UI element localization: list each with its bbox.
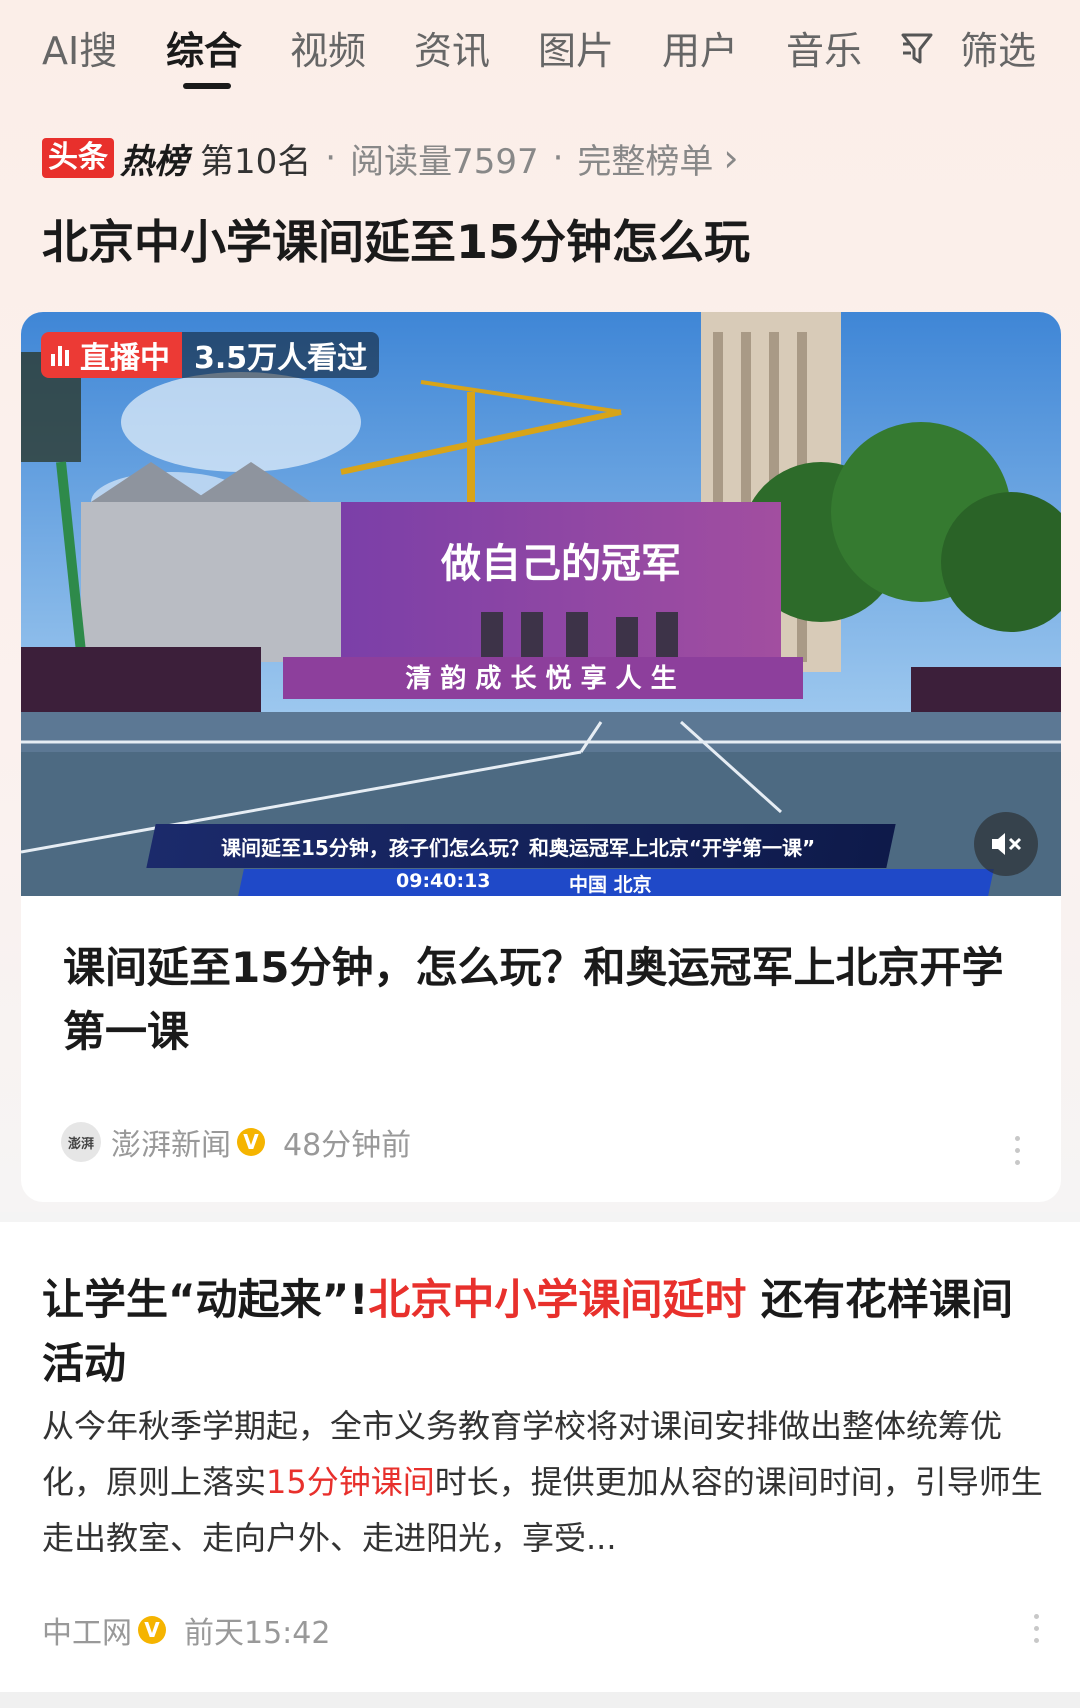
article-title[interactable]: 让学生“动起来”!北京中小学课间延时 还有花样课间活动 [42, 1268, 1042, 1396]
separator: · [552, 138, 564, 178]
verified-icon: V [138, 1616, 166, 1644]
article-meta: 中工网 V 前天15:42 [42, 1606, 330, 1654]
toutiao-badge: 头条 [42, 138, 114, 178]
tab-comprehensive[interactable]: 综合 [166, 20, 242, 75]
tab-news[interactable]: 资讯 [414, 20, 490, 75]
video-meta: 澎湃 澎湃新闻 V 48分钟前 [61, 1118, 411, 1166]
hotlist-title[interactable]: 北京中小学课间延至15分钟怎么玩 [42, 206, 750, 272]
search-tabs: AI搜 综合 视频 资讯 图片 用户 音乐 筛选 [0, 0, 1080, 100]
publish-time: 前天15:42 [184, 1616, 331, 1651]
video-caption: 课间延至15分钟，孩子们怎么玩？和奥运冠军上北京“开学第一课” [221, 836, 816, 860]
publish-time: 48分钟前 [283, 1128, 412, 1163]
tab-images[interactable]: 图片 [538, 20, 614, 75]
title-highlight: 北京中小学课间延时 [368, 1275, 747, 1324]
divider [0, 1692, 1080, 1708]
video-frame-image: 做自己的冠军 清 韵 成 长 悦 享 人 生 [21, 312, 1061, 896]
source-name[interactable]: 澎湃新闻 [111, 1120, 231, 1164]
live-badge: 直播中 3.5万人看过 [41, 332, 380, 378]
tab-users[interactable]: 用户 [662, 20, 738, 75]
title-part: 让学生“动起来”! [42, 1275, 369, 1324]
hotlist-row[interactable]: 头条 热榜 第10名 · 阅读量7597 · 完整榜单 › [42, 134, 739, 183]
filter-icon[interactable] [901, 30, 941, 66]
tab-video[interactable]: 视频 [290, 20, 366, 75]
more-options-icon[interactable] [1032, 1614, 1040, 1648]
video-location: 中国 北京 [569, 874, 652, 896]
full-list-link[interactable]: 完整榜单 [577, 134, 713, 183]
mute-button[interactable] [974, 812, 1038, 876]
stage-banner-text: 做自己的冠军 [440, 540, 681, 587]
hotlist-rank: 第10名 [200, 141, 312, 182]
more-options-icon[interactable] [1013, 1136, 1021, 1170]
video-title[interactable]: 课间延至15分钟，怎么玩？和奥运冠军上北京开学第一课 [63, 936, 1013, 1064]
video-card[interactable]: 做自己的冠军 清 韵 成 长 悦 享 人 生 课间延至15分钟，孩子们怎么玩？和… [21, 312, 1061, 1202]
source-name[interactable]: 中工网 [42, 1608, 132, 1652]
live-bars-icon [51, 344, 72, 366]
verified-icon: V [237, 1128, 265, 1156]
tab-music[interactable]: 音乐 [786, 20, 862, 75]
article-snippet: 从今年秋季学期起，全市义务教育学校将对课间安排做出整体统筹优化，原则上落实15分… [42, 1398, 1047, 1566]
filter-label[interactable]: 筛选 [960, 20, 1036, 75]
video-timestamp: 09:40:13 [396, 870, 491, 892]
hotlist-badge: 热榜 [120, 141, 188, 182]
stage-front-text: 清 韵 成 长 悦 享 人 生 [405, 663, 676, 694]
viewer-count: 3.5万人看过 [182, 332, 380, 378]
speaker-muted-icon [992, 833, 1022, 855]
hotlist-reads: 阅读量7597 [350, 141, 539, 182]
snippet-highlight: 15分钟课间 [266, 1463, 435, 1501]
news-article[interactable]: 让学生“动起来”!北京中小学课间延时 还有花样课间活动 从今年秋季学期起，全市义… [0, 1222, 1080, 1708]
source-avatar[interactable]: 澎湃 [61, 1122, 101, 1162]
video-player[interactable]: 做自己的冠军 清 韵 成 长 悦 享 人 生 课间延至15分钟，孩子们怎么玩？和… [21, 312, 1061, 896]
separator: · [325, 138, 337, 178]
active-tab-indicator [183, 83, 231, 89]
chevron-right-icon: › [723, 136, 739, 180]
tab-ai-search[interactable]: AI搜 [42, 20, 117, 75]
live-label: 直播中 [80, 341, 170, 376]
